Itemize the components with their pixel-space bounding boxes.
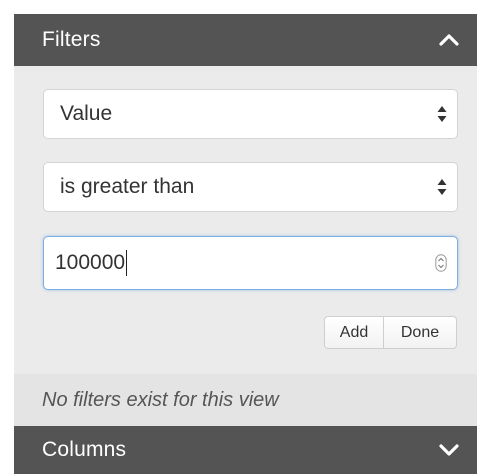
chevron-up-icon[interactable] [437, 28, 461, 52]
done-button[interactable]: Done [384, 316, 457, 349]
sidebar-panel: Filters Value is greater than 100000 Add… [14, 14, 477, 474]
filter-actions: Add Done [324, 316, 457, 349]
add-button[interactable]: Add [324, 316, 384, 349]
chevron-down-icon[interactable] [437, 438, 461, 462]
empty-filters-message: No filters exist for this view [14, 374, 477, 426]
sort-arrows-icon [437, 178, 447, 196]
spinner-icon[interactable] [435, 254, 447, 272]
value-input[interactable]: 100000 [43, 236, 458, 290]
sort-arrows-icon [437, 105, 447, 123]
field-select[interactable]: Value [43, 89, 458, 139]
value-input-text: 100000 [55, 251, 126, 274]
operator-select[interactable]: is greater than [43, 162, 458, 212]
text-caret [126, 250, 128, 276]
filters-title: Filters [42, 28, 101, 51]
field-select-value: Value [60, 102, 113, 125]
operator-select-value: is greater than [60, 175, 195, 198]
filters-header[interactable]: Filters [14, 14, 477, 66]
columns-header[interactable]: Columns [14, 426, 477, 474]
columns-title: Columns [42, 438, 127, 461]
